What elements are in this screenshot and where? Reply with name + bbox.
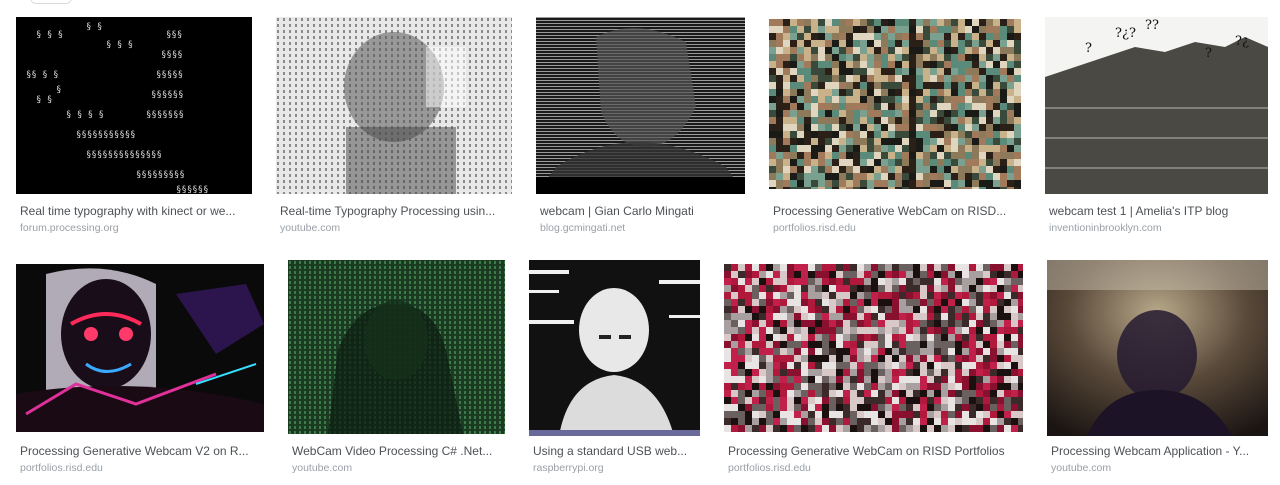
result-source: portfolios.risd.edu xyxy=(728,462,811,474)
svg-text:??: ?? xyxy=(1145,18,1159,33)
top-search-pill xyxy=(30,0,72,4)
svg-text:?: ? xyxy=(1085,41,1092,56)
result-thumbnail[interactable] xyxy=(16,264,264,432)
result-source: youtube.com xyxy=(292,462,353,474)
svg-text:§§§§§§§§§§§: §§§§§§§§§§§ xyxy=(76,130,136,140)
result-thumbnail[interactable] xyxy=(276,17,512,194)
result-source: blog.gcmingati.net xyxy=(540,222,626,234)
result-source: youtube.com xyxy=(1051,462,1112,474)
result-source: inventioninbrooklyn.com xyxy=(1049,222,1162,234)
result-title[interactable]: Real-time Typography Processing usin... xyxy=(280,204,512,218)
result-thumbnail[interactable] xyxy=(288,260,505,434)
result-title[interactable]: Using a standard USB web... xyxy=(533,444,700,458)
result-thumbnail[interactable] xyxy=(769,19,1021,189)
result-thumbnail[interactable] xyxy=(529,260,700,436)
svg-text:§: § xyxy=(56,85,61,95)
svg-text:§§§§§: §§§§§ xyxy=(156,70,183,80)
svg-text:§§§§: §§§§ xyxy=(161,50,183,60)
svg-text:?¿: ?¿ xyxy=(1235,34,1249,49)
result-thumbnail[interactable]: § § § § § § § § §§ § § §§§ §§§§ §§§§§ §§… xyxy=(16,17,252,194)
result-title[interactable]: webcam | Gian Carlo Mingati xyxy=(540,204,745,218)
svg-text:§§ § §: §§ § § xyxy=(26,70,59,80)
svg-text:?: ? xyxy=(1205,46,1212,61)
svg-text:§§§§§§§§§§§§§§: §§§§§§§§§§§§§§ xyxy=(86,150,162,160)
result-source: forum.processing.org xyxy=(20,222,119,234)
result-title[interactable]: Processing Generative Webcam V2 on R... xyxy=(20,444,264,458)
svg-text:§§§§§§§: §§§§§§§ xyxy=(146,110,184,120)
svg-text:§§§§§§§§§: §§§§§§§§§ xyxy=(136,170,185,180)
svg-text:?¿?: ?¿? xyxy=(1115,26,1136,41)
image-results-grid: § § § § § § § § §§ § § §§§ §§§§ §§§§§ §§… xyxy=(0,0,1280,485)
result-title[interactable]: webcam test 1 | Amelia's ITP blog xyxy=(1049,204,1268,218)
svg-text:§ § §: § § § xyxy=(106,40,133,50)
result-source: portfolios.risd.edu xyxy=(20,462,103,474)
svg-text:§ §: § § xyxy=(36,95,52,105)
result-thumbnail[interactable] xyxy=(536,17,745,194)
result-thumbnail[interactable]: ?¿? ?? ?¿ ? ? xyxy=(1045,17,1268,194)
result-title[interactable]: Processing Generative WebCam on RISD... xyxy=(773,204,1021,218)
svg-text:§§§§§§: §§§§§§ xyxy=(176,185,209,194)
result-thumbnail[interactable] xyxy=(1047,260,1268,436)
result-title[interactable]: WebCam Video Processing C# .Net... xyxy=(292,444,505,458)
result-title[interactable]: Processing Generative WebCam on RISD Por… xyxy=(728,444,1023,458)
svg-text:§ § § §: § § § § xyxy=(66,110,104,120)
result-source: portfolios.risd.edu xyxy=(773,222,856,234)
svg-text:§ § §: § § § xyxy=(36,30,63,40)
result-title[interactable]: Real time typography with kinect or we..… xyxy=(20,204,252,218)
result-thumbnail[interactable] xyxy=(724,264,1023,432)
svg-text:§§§: §§§ xyxy=(166,30,182,40)
result-title[interactable]: Processing Webcam Application - Y... xyxy=(1051,444,1268,458)
result-source: youtube.com xyxy=(280,222,341,234)
svg-text:§ §: § § xyxy=(86,22,102,32)
svg-text:§§§§§§: §§§§§§ xyxy=(151,90,184,100)
result-source: raspberrypi.org xyxy=(533,462,604,474)
